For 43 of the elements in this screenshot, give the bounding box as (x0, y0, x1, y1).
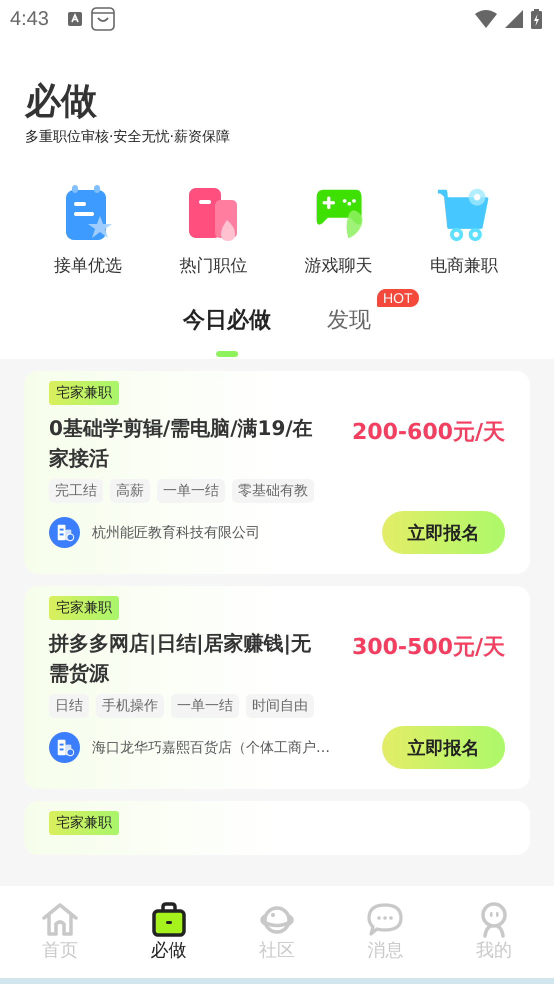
job-tag: 零基础有教 (232, 479, 314, 503)
signal-icon (505, 10, 523, 28)
job-tag: 一单一结 (171, 694, 239, 718)
nav-label[interactable]: 必做 (150, 938, 187, 962)
job-tag: 一单一结 (157, 479, 225, 503)
job-category-tag: 宅家兼职 (49, 596, 119, 620)
tab[interactable]: 今日必做 (183, 303, 271, 337)
salary: 300-500元/天 (352, 634, 505, 662)
hot-badge: HOT (377, 289, 419, 307)
job-tag: 时间自由 (246, 694, 314, 718)
category-label[interactable]: 接单优选 (54, 254, 122, 277)
page-subtitle: 多重职位审核·安全无忧·薪资保障 (25, 128, 231, 146)
wifi-icon (475, 10, 497, 28)
keyboard-notification-icon (66, 11, 83, 27)
job-tag: 手机操作 (96, 694, 164, 718)
job-card[interactable]: 宅家兼职 (24, 801, 530, 855)
status-time: 4:43 (10, 8, 49, 30)
chat-bubble-icon[interactable] (365, 902, 406, 938)
tab[interactable]: 发现 (327, 303, 371, 337)
category-label[interactable]: 热门职位 (179, 254, 248, 277)
job-category-tag: 宅家兼职 (49, 811, 119, 835)
company-building-icon (49, 732, 80, 763)
apply-button[interactable]: 立即报名 (382, 511, 505, 554)
shopping-notification-icon (90, 7, 115, 31)
salary: 200-600元/天 (352, 419, 505, 447)
company-name: 海口龙华巧嘉熙百货店（个体工商户… (92, 738, 331, 756)
job-tag: 高薪 (110, 479, 150, 503)
apply-button[interactable]: 立即报名 (382, 726, 505, 769)
company-building-icon (49, 517, 80, 548)
job-tag: 日结 (49, 694, 89, 718)
category-label[interactable]: 电商兼职 (430, 254, 498, 277)
job-title: 0基础学剪辑/需电脑/满19/在家接活 (49, 415, 314, 472)
page-title: 必做 (25, 80, 98, 124)
battery-icon (531, 9, 542, 29)
category-label[interactable]: 游戏聊天 (304, 254, 373, 277)
job-card[interactable]: 宅家兼职 拼多多网店|日结|居家赚钱|无需货源 300-500元/天 日结 手机操作 一单一结 时间自由 海口龙华巧嘉熙百货店（个体工商户… 立即报名 (24, 586, 530, 789)
company-name: 杭州能匠教育科技有限公司 (92, 524, 261, 542)
home-icon[interactable] (40, 902, 80, 938)
tab-indicator (216, 351, 238, 357)
job-tag: 完工结 (49, 479, 103, 503)
job-card[interactable]: 宅家兼职 0基础学剪辑/需电脑/满19/在家接活 200-600元/天 完工结 高薪 一单一结 零基础有教 杭州能匠教育科技有限公司 立即报名 (24, 371, 530, 574)
job-category-tag: 宅家兼职 (49, 381, 119, 405)
job-title: 拼多多网店|日结|居家赚钱|无需货源 (49, 630, 312, 687)
